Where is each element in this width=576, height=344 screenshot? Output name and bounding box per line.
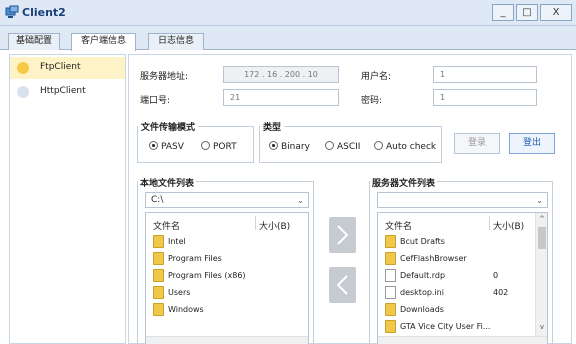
- radio-port[interactable]: PORT: [201, 141, 237, 152]
- local-file-list: 文件名 大小(B) Intel Program Files Program Fi…: [145, 212, 309, 344]
- column-header-size[interactable]: 大小(B): [259, 219, 290, 232]
- type-title: 类型: [260, 120, 285, 133]
- column-divider: [489, 216, 490, 230]
- network-client-icon: [5, 5, 19, 18]
- port-field[interactable]: 21: [223, 89, 339, 106]
- radio-unselected-icon: [201, 141, 210, 150]
- password-label: 密码:: [361, 96, 383, 106]
- server-file-list: 文件名 大小(B) Bcut Drafts CefFlashBrowser De…: [377, 212, 548, 344]
- scrollbar-thumb[interactable]: [538, 227, 546, 249]
- file-icon: [385, 286, 396, 299]
- chevron-down-icon: ⌄: [536, 196, 543, 205]
- radio-unselected-icon: [325, 141, 334, 150]
- sidebar-item-ftpclient[interactable]: FtpClient: [10, 57, 125, 79]
- column-header-name[interactable]: 文件名: [385, 219, 412, 232]
- folder-icon: [153, 269, 164, 282]
- list-item[interactable]: CefFlashBrowser: [378, 251, 534, 267]
- transfer-mode-title: 文件传输模式: [138, 120, 199, 133]
- chevron-up-icon[interactable]: ^: [536, 215, 547, 223]
- folder-icon: [153, 286, 164, 299]
- window-title: Client2: [22, 6, 66, 19]
- list-item[interactable]: Default.rdp 0: [378, 268, 534, 284]
- status-dot-icon: [17, 86, 29, 98]
- radio-pasv[interactable]: PASV: [149, 141, 184, 152]
- upload-button[interactable]: [329, 217, 356, 253]
- list-item[interactable]: Intel: [146, 234, 308, 250]
- list-item[interactable]: Downloads: [378, 302, 534, 318]
- status-dot-icon: [17, 62, 29, 74]
- radio-unselected-icon: [374, 141, 383, 150]
- folder-icon: [385, 303, 396, 316]
- minimize-button[interactable]: _: [492, 4, 514, 21]
- folder-icon: [153, 303, 164, 316]
- title-bar: Client2 _ □ X: [0, 0, 576, 26]
- folder-icon: [385, 252, 396, 265]
- sidebar-item-label: HttpClient: [40, 86, 86, 96]
- radio-selected-icon: [269, 141, 278, 150]
- column-divider: [255, 216, 256, 230]
- chevron-right-icon: [337, 225, 349, 245]
- tab-bar: 基础配置 客户端信息 日志信息: [0, 26, 576, 51]
- radio-selected-icon: [149, 141, 158, 150]
- port-label: 端口号:: [140, 96, 171, 106]
- list-item[interactable]: desktop.ini 402: [378, 285, 534, 301]
- column-header-name[interactable]: 文件名: [153, 219, 180, 232]
- chevron-down-icon: ⌄: [297, 196, 304, 205]
- server-address-field[interactable]: 172 . 16 . 200 . 10: [223, 66, 339, 83]
- server-files-title: 服务器文件列表: [370, 176, 438, 189]
- server-list-header: 文件名 大小(B): [378, 213, 534, 232]
- tab-basic-config[interactable]: 基础配置: [8, 33, 60, 50]
- tab-log-info[interactable]: 日志信息: [148, 33, 204, 50]
- login-button[interactable]: 登录: [454, 133, 500, 154]
- list-item[interactable]: Bcut Drafts: [378, 234, 534, 250]
- download-button[interactable]: [329, 267, 356, 303]
- tab-client-info[interactable]: 客户端信息: [71, 33, 136, 51]
- server-path-select[interactable]: ⌄: [377, 192, 548, 208]
- list-item[interactable]: Program Files: [146, 251, 308, 267]
- radio-auto-check[interactable]: Auto check: [374, 141, 436, 152]
- client-type-sidebar: FtpClient HttpClient: [9, 54, 126, 344]
- vertical-scrollbar[interactable]: ^ v: [535, 213, 547, 336]
- folder-icon: [385, 235, 396, 248]
- chevron-left-icon: [336, 275, 348, 295]
- folder-icon: [153, 252, 164, 265]
- close-button[interactable]: X: [540, 4, 572, 21]
- username-field[interactable]: 1: [433, 66, 537, 83]
- horizontal-scrollbar[interactable]: [378, 336, 547, 344]
- horizontal-scrollbar[interactable]: [146, 336, 308, 344]
- list-item[interactable]: Users: [146, 285, 308, 301]
- ftp-client-panel: 服务器地址: 172 . 16 . 200 . 10 用户名: 1 端口号: 2…: [128, 54, 572, 344]
- logout-button[interactable]: 登出: [509, 133, 555, 154]
- list-item[interactable]: Windows: [146, 302, 308, 318]
- folder-icon: [385, 320, 396, 333]
- column-header-size[interactable]: 大小(B): [493, 219, 524, 232]
- file-icon: [385, 269, 396, 282]
- radio-binary[interactable]: Binary: [269, 141, 310, 152]
- local-list-header: 文件名 大小(B): [146, 213, 308, 232]
- local-files-title: 本地文件列表: [138, 176, 197, 189]
- password-field[interactable]: 1: [433, 89, 537, 106]
- local-path-select[interactable]: C:\ ⌄: [145, 192, 309, 208]
- list-item[interactable]: Program Files (x86): [146, 268, 308, 284]
- list-item[interactable]: GTA Vice City User Fi...: [378, 319, 534, 335]
- sidebar-item-httpclient[interactable]: HttpClient: [10, 81, 125, 103]
- maximize-button[interactable]: □: [516, 4, 538, 21]
- username-label: 用户名:: [361, 72, 392, 82]
- chevron-down-icon[interactable]: v: [536, 323, 547, 331]
- radio-ascii[interactable]: ASCII: [325, 141, 360, 152]
- sidebar-item-label: FtpClient: [40, 62, 81, 72]
- server-address-label: 服务器地址:: [140, 72, 189, 82]
- folder-icon: [153, 235, 164, 248]
